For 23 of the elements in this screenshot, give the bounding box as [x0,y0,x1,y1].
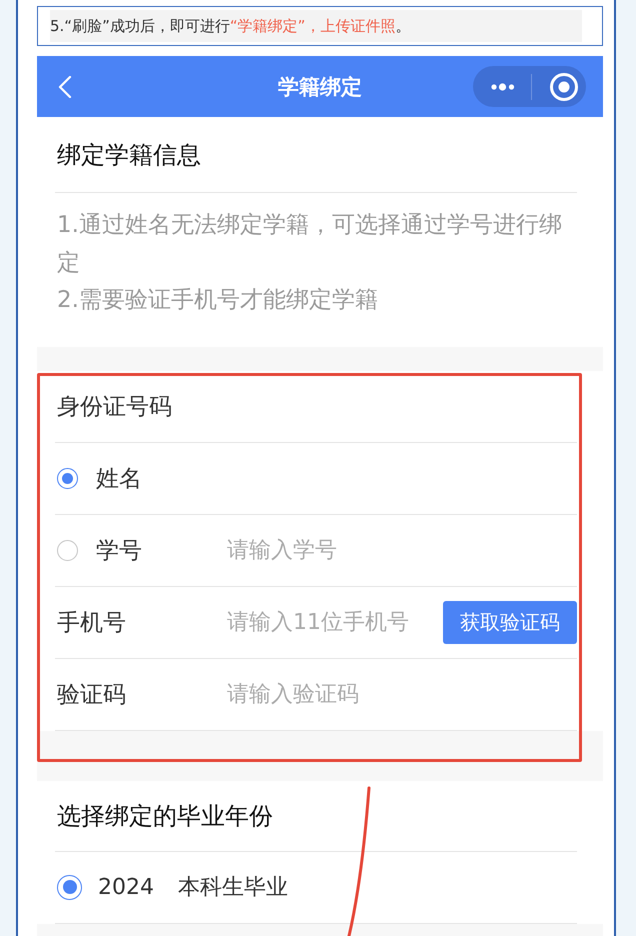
radio-button[interactable] [57,540,78,560]
section-title: 选择绑定的毕业年份 [57,800,273,832]
input-field[interactable]: 请输入学号 [227,534,577,566]
input-field[interactable]: 请输入11位手机号 [227,606,437,638]
note-text: 1.通过姓名无法绑定学籍，可选择通过学号进行绑定 [57,211,563,278]
back-icon[interactable] [58,76,72,98]
radio-button[interactable] [57,468,78,488]
target-icon[interactable] [549,72,579,102]
field-label: 身份证号码 [57,392,172,422]
note-text: 2.需要验证手机号才能绑定学籍 [57,286,379,315]
radio-button[interactable] [57,874,82,900]
field-label: 姓名 [96,464,142,494]
more-icon[interactable] [491,82,515,92]
caption-text: 5.“刷脸”成功后，即可进行“学籍绑定”，上传证件照。 [50,10,582,42]
field-label: 验证码 [57,680,126,710]
field-label: 学号 [96,536,142,566]
section-title: 绑定学籍信息 [57,140,201,170]
field-label: 手机号 [57,608,126,638]
input-field[interactable]: 请输入验证码 [227,678,577,710]
page-title: 学籍绑定 [278,74,362,100]
year-label: 2024 [98,874,154,900]
option-label: 本科生毕业 [178,874,288,902]
get-code-button[interactable]: 获取验证码 [443,600,577,644]
